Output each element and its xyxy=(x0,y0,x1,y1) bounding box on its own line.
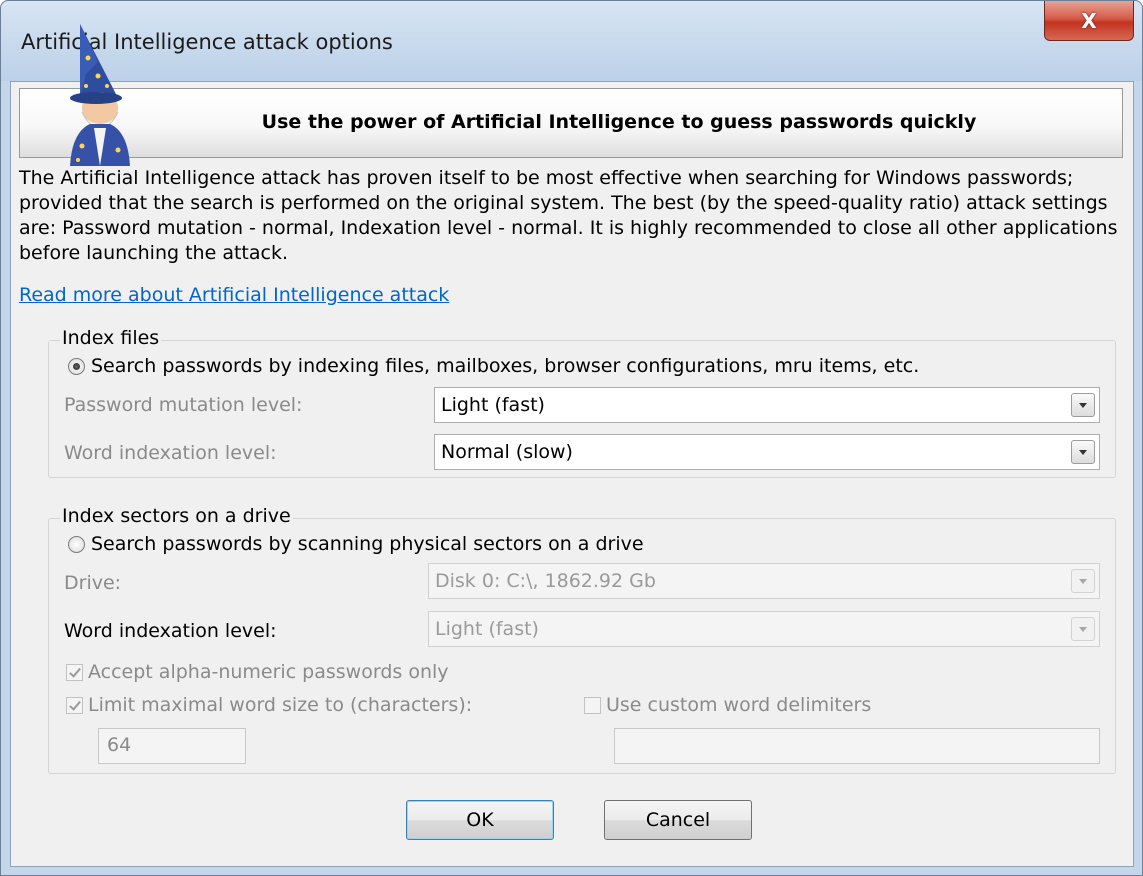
index-files-group-label: Index files xyxy=(60,327,162,349)
index-files-radio[interactable]: Search passwords by indexing files, mail… xyxy=(68,355,919,377)
limit-word-size-checkbox[interactable]: Limit maximal word size to (characters): xyxy=(66,694,472,716)
word-indexation-label: Word indexation level: xyxy=(64,442,277,464)
close-icon: X xyxy=(1081,8,1097,33)
chevron-down-icon[interactable] xyxy=(1071,393,1095,417)
wizard-icon xyxy=(70,24,130,166)
word-size-input[interactable]: 64 xyxy=(98,728,246,764)
title-bar[interactable]: Artificial Intelligence attack options X xyxy=(1,1,1142,81)
index-sectors-group-label: Index sectors on a drive xyxy=(60,505,293,527)
chevron-down-icon[interactable] xyxy=(1071,569,1095,593)
sector-word-indexation-label: Word indexation level: xyxy=(64,620,277,642)
index-sectors-radio[interactable]: Search passwords by scanning physical se… xyxy=(68,533,644,555)
banner-text: Use the power of Artificial Intelligence… xyxy=(261,111,977,133)
chevron-down-icon[interactable] xyxy=(1071,440,1095,464)
header-banner: Use the power of Artificial Intelligence… xyxy=(19,88,1123,158)
checkbox-checked[interactable] xyxy=(66,696,83,714)
radio-button-unchecked[interactable] xyxy=(68,535,85,553)
sector-word-indexation-value: Light (fast) xyxy=(435,618,539,640)
alpha-numeric-label: Accept alpha-numeric passwords only xyxy=(88,661,449,683)
password-mutation-label: Password mutation level: xyxy=(64,394,303,416)
index-sectors-radio-label: Search passwords by scanning physical se… xyxy=(91,533,644,555)
chevron-down-icon[interactable] xyxy=(1071,617,1095,641)
close-button[interactable]: X xyxy=(1044,1,1134,41)
checkbox-checked[interactable] xyxy=(66,663,83,681)
index-files-radio-label: Search passwords by indexing files, mail… xyxy=(91,355,920,377)
alpha-numeric-checkbox[interactable]: Accept alpha-numeric passwords only xyxy=(66,661,449,683)
delimiters-input[interactable] xyxy=(614,728,1100,764)
cancel-button[interactable]: Cancel xyxy=(604,800,752,840)
sector-word-indexation-select[interactable]: Light (fast) xyxy=(428,611,1100,647)
checkbox-unchecked[interactable] xyxy=(584,696,601,714)
password-mutation-select[interactable]: Light (fast) xyxy=(434,387,1100,423)
custom-delimiters-checkbox[interactable]: Use custom word delimiters xyxy=(584,694,871,716)
drive-select[interactable]: Disk 0: C:\, 1862.92 Gb xyxy=(428,563,1100,599)
drive-value: Disk 0: C:\, 1862.92 Gb xyxy=(435,570,656,592)
ok-button[interactable]: OK xyxy=(406,800,554,840)
drive-label: Drive: xyxy=(64,572,122,594)
password-mutation-value: Light (fast) xyxy=(441,394,545,416)
custom-delimiters-label: Use custom word delimiters xyxy=(606,694,872,716)
limit-word-size-label: Limit maximal word size to (characters): xyxy=(88,694,473,716)
word-indexation-select[interactable]: Normal (slow) xyxy=(434,434,1100,470)
radio-button-checked[interactable] xyxy=(68,357,85,375)
description-text: The Artificial Intelligence attack has p… xyxy=(19,167,1118,264)
word-indexation-value: Normal (slow) xyxy=(441,441,573,463)
read-more-link[interactable]: Read more about Artificial Intelligence … xyxy=(19,284,449,306)
